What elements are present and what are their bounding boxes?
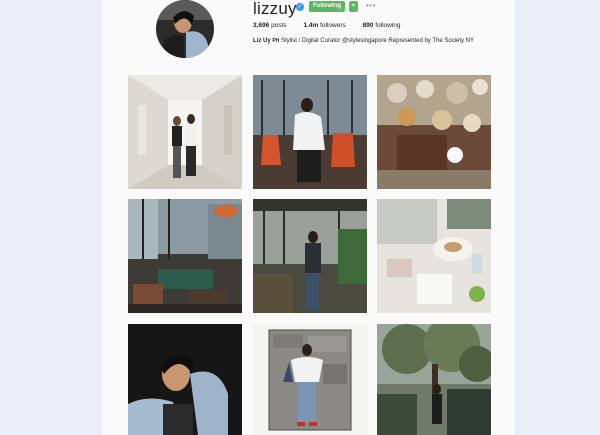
following-button[interactable]: Following [309, 1, 345, 12]
profile-stats: 3,696 posts 1.4m followers 890 following [253, 22, 416, 29]
verified-badge-icon: ✓ [296, 3, 304, 11]
username: lizzuy [253, 0, 297, 18]
following-label: following [375, 22, 401, 29]
following-link[interactable]: 890 following [363, 22, 401, 29]
post-thumbnail-garden[interactable] [377, 324, 491, 435]
posts-count-label: posts [271, 22, 287, 29]
post-thumbnail-lounge[interactable] [128, 199, 242, 313]
followers-link[interactable]: 1.4m followers [303, 22, 345, 29]
followers-count-value: 1.4m [303, 22, 319, 29]
bio-text: Stylist / Digital Curator @stylesingapor… [280, 38, 475, 44]
bio-name: Liz Uy [253, 38, 271, 44]
post-thumbnail-orange-chairs[interactable] [253, 75, 367, 189]
profile-bio: Liz Uy PH Stylist / Digital Curator @sty… [253, 38, 474, 44]
follow-options-dropdown-icon[interactable]: ▾ [349, 1, 358, 12]
following-count-value: 890 [362, 22, 374, 29]
post-thumbnail-restaurant[interactable] [253, 199, 367, 313]
avatar[interactable] [156, 0, 214, 58]
post-thumbnail-dessert-table[interactable] [377, 199, 491, 313]
post-thumbnail-tea-set[interactable] [377, 75, 491, 189]
post-thumbnail-portrait[interactable] [128, 324, 242, 435]
post-thumbnail-hallway[interactable] [128, 75, 242, 189]
followers-label: followers [320, 22, 346, 29]
post-thumbnail-stone-wall[interactable] [253, 324, 367, 435]
posts-count-value: 3,696 [253, 22, 270, 29]
posts-count: 3,696 posts [253, 22, 287, 29]
bio-flag-icon: PH [272, 38, 280, 44]
more-options-icon[interactable]: ••• [366, 1, 376, 10]
